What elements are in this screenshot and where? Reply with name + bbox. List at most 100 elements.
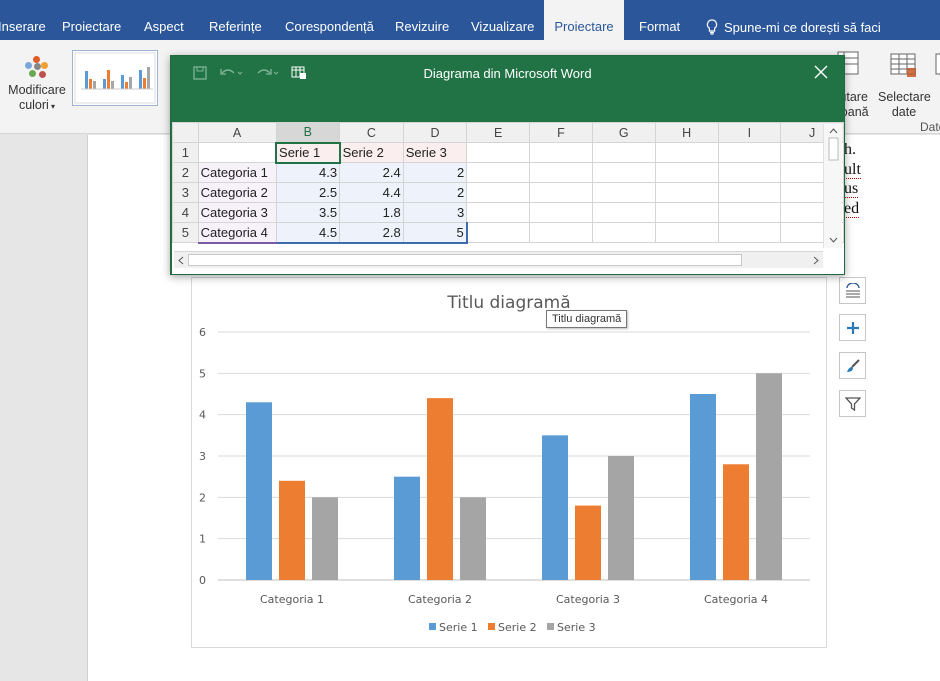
cell[interactable] [591, 222, 656, 243]
close-icon[interactable] [814, 65, 828, 79]
cell[interactable] [466, 162, 531, 183]
tab-design[interactable]: Proiectare [62, 0, 121, 40]
cell[interactable] [654, 182, 719, 203]
column-header[interactable]: F [529, 122, 593, 143]
excel-data-window[interactable]: Diagrama din Microsoft Word A B C D E F … [170, 55, 845, 275]
cell[interactable] [466, 182, 531, 203]
column-header[interactable]: G [591, 122, 656, 143]
cell-b5[interactable]: 4.5 [275, 222, 341, 244]
modify-colors-button[interactable]: Modificare culori ▾ [6, 48, 68, 114]
tab-chart-design[interactable]: Proiectare [544, 0, 624, 40]
cell[interactable] [529, 162, 593, 183]
bar[interactable] [394, 476, 420, 580]
cell[interactable] [529, 142, 593, 163]
horizontal-scrollbar[interactable] [174, 251, 823, 268]
cell[interactable] [654, 222, 719, 243]
edit-data-button[interactable]: E [934, 50, 940, 105]
column-header[interactable]: D [402, 122, 468, 143]
cell-b4[interactable]: 3.5 [275, 202, 341, 223]
column-header[interactable]: B [275, 122, 341, 144]
bar[interactable] [723, 464, 749, 580]
bar[interactable] [575, 505, 601, 580]
bar[interactable] [756, 373, 782, 580]
cell-a3[interactable]: Categoria 2 [197, 182, 277, 203]
cell-c5[interactable]: 2.8 [339, 222, 404, 244]
bar[interactable] [690, 394, 716, 580]
cell[interactable] [717, 182, 782, 203]
bar[interactable] [246, 402, 272, 580]
cell[interactable] [717, 142, 782, 163]
layout-options-button[interactable] [839, 277, 866, 304]
cell-d5[interactable]: 5 [402, 222, 468, 244]
cell-d2[interactable]: 2 [402, 162, 468, 183]
chart-area[interactable]: Titlu diagramă 0 1 2 3 4 5 6 Categoria 1 Categori… [191, 277, 827, 648]
horizontal-scroll-thumb[interactable] [188, 254, 742, 266]
spreadsheet-table[interactable]: A B C D E F G H I J 1 Serie 1 Serie 2 Se… [172, 122, 844, 244]
column-header[interactable]: C [339, 122, 404, 143]
cell-a4[interactable]: Categoria 3 [197, 202, 277, 223]
cell[interactable] [591, 162, 656, 183]
chart-filters-button[interactable] [839, 390, 866, 417]
cell-a1[interactable] [197, 142, 277, 163]
cell[interactable] [717, 222, 782, 243]
cell[interactable] [529, 182, 593, 203]
cell[interactable] [654, 202, 719, 223]
tab-format[interactable]: Format [639, 0, 680, 40]
chart-style-thumbnail[interactable] [72, 50, 158, 106]
cell[interactable] [654, 162, 719, 183]
cell-d1[interactable]: Serie 3 [402, 142, 468, 163]
bar[interactable] [279, 480, 305, 580]
bar[interactable] [460, 497, 486, 580]
column-header[interactable]: H [654, 122, 719, 143]
cell-c4[interactable]: 1.8 [339, 202, 404, 223]
row-header[interactable]: 3 [172, 182, 199, 203]
tab-view[interactable]: Vizualizare [471, 0, 534, 40]
select-data-button[interactable]: Selectare date [878, 50, 931, 120]
cell-d4[interactable]: 3 [402, 202, 468, 223]
row-header[interactable]: 1 [172, 142, 199, 163]
cell-b2[interactable]: 4.3 [275, 162, 341, 183]
row-header[interactable]: 2 [172, 162, 199, 183]
bar[interactable] [542, 435, 568, 580]
cell-c1[interactable]: Serie 2 [339, 142, 404, 163]
cell[interactable] [591, 202, 656, 223]
chart-elements-button[interactable] [839, 314, 866, 341]
cell[interactable] [717, 202, 782, 223]
cell[interactable] [529, 202, 593, 223]
column-header[interactable]: E [466, 122, 531, 143]
cell-b1[interactable]: Serie 1 [275, 141, 341, 164]
tell-me-box[interactable]: Spune-mi ce dorești să faci [706, 0, 881, 40]
cell-c3[interactable]: 4.4 [339, 182, 404, 203]
cell-a5[interactable]: Categoria 4 [197, 222, 277, 244]
table-row: 3 Categoria 2 2.5 4.4 2 [172, 182, 844, 203]
chart-styles-button[interactable] [839, 352, 866, 379]
tab-review[interactable]: Revizuire [395, 0, 449, 40]
tab-insert[interactable]: Inserare [0, 0, 46, 40]
cell[interactable] [717, 162, 782, 183]
select-all-corner[interactable] [172, 122, 199, 143]
bar[interactable] [608, 456, 634, 580]
cell-b3[interactable]: 2.5 [275, 182, 341, 203]
cell[interactable] [466, 202, 531, 223]
cell[interactable] [466, 142, 531, 163]
column-header[interactable]: A [197, 122, 277, 143]
bar[interactable] [427, 398, 453, 580]
cell[interactable] [654, 142, 719, 163]
tab-layout[interactable]: Aspect [144, 0, 184, 40]
cell[interactable] [591, 182, 656, 203]
row-header[interactable]: 4 [172, 202, 199, 223]
cell-d3[interactable]: 2 [402, 182, 468, 203]
cell[interactable] [529, 222, 593, 243]
row-header[interactable]: 5 [172, 222, 199, 243]
bar[interactable] [312, 497, 338, 580]
edit-data-icon [935, 53, 940, 75]
tab-mailings[interactable]: Corespondență [285, 0, 374, 40]
cell-a2[interactable]: Categoria 1 [197, 162, 277, 183]
tab-references[interactable]: Referințe [209, 0, 262, 40]
vertical-scrollbar[interactable] [823, 124, 842, 248]
column-header[interactable]: I [717, 122, 782, 143]
cell-c2[interactable]: 2.4 [339, 162, 404, 183]
spreadsheet-grid[interactable]: A B C D E F G H I J 1 Serie 1 Serie 2 Se… [172, 122, 844, 274]
cell[interactable] [591, 142, 656, 163]
cell[interactable] [466, 222, 531, 243]
